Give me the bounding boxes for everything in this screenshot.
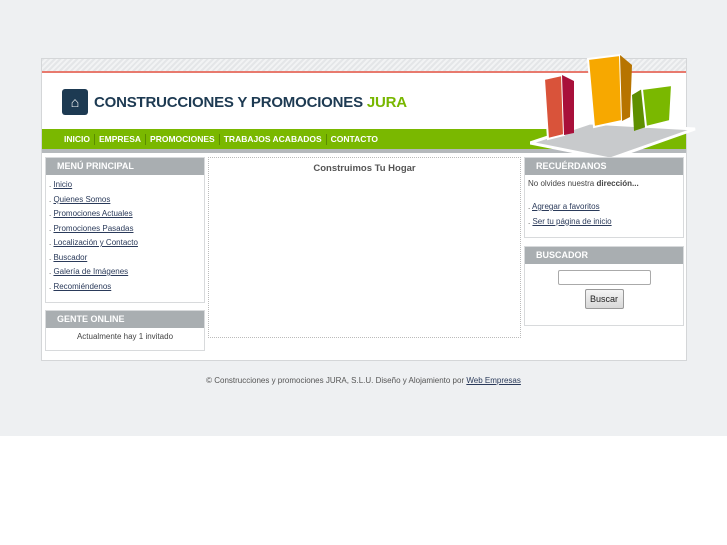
nav-inicio[interactable]: INICIO — [60, 134, 94, 144]
remember-title: RECUÉRDANOS — [525, 158, 683, 175]
menu-item: . Galería de Imágenes — [49, 267, 129, 276]
remember-bold: dirección... — [596, 179, 639, 188]
main-title: Construimos Tu Hogar — [313, 163, 416, 174]
nav-contacto[interactable]: CONTACTO — [327, 134, 382, 144]
online-panel: GENTE ONLINE Actualmente hay 1 invitado — [45, 310, 205, 351]
menu-link-recomiendenos[interactable]: Recomiéndenos — [53, 282, 111, 291]
menu-item: . Recomiéndenos — [49, 281, 112, 291]
search-input[interactable] — [557, 270, 651, 285]
menu-link-localizacion[interactable]: Localización y Contacto — [53, 238, 138, 247]
nav-trabajos-acabados[interactable]: TRABAJOS ACABADOS — [220, 134, 326, 144]
remember-text: No olvides nuestra — [528, 179, 597, 188]
menu-item: . Promociones Actuales — [49, 209, 133, 218]
menu-link-galeria[interactable]: Galería de Imágenes — [53, 267, 128, 276]
menu-link-buscador[interactable]: Buscador — [53, 253, 87, 262]
search-button[interactable]: Buscar — [584, 289, 624, 309]
online-title: GENTE ONLINE — [46, 311, 204, 328]
logo-icon: ⌂ — [62, 89, 88, 115]
main-menu-panel: MENÚ PRINCIPAL . Inicio . Quienes Somos … — [45, 157, 205, 303]
main-content: Construimos Tu Hogar — [208, 157, 521, 338]
site-logo[interactable]: ⌂ CONSTRUCCIONES Y PROMOCIONES JURA — [62, 89, 407, 115]
menu-item: . Promociones Pasadas — [49, 223, 134, 233]
menu-link-quienes-somos[interactable]: Quienes Somos — [53, 195, 110, 204]
menu-item: . Inicio — [49, 180, 73, 189]
footer: © Construcciones y promociones JURA, S.L… — [0, 376, 727, 385]
menu-link-promociones-pasadas[interactable]: Promociones Pasadas — [53, 224, 133, 233]
search-title: BUSCADOR — [525, 247, 683, 264]
set-homepage-link[interactable]: Ser tu página de inicio — [532, 217, 611, 226]
logo-accent: JURA — [366, 93, 407, 111]
nav-empresa[interactable]: EMPRESA — [95, 134, 145, 144]
footer-web-empresas-link[interactable]: Web Empresas — [466, 376, 521, 385]
buildings-illustration — [530, 53, 696, 161]
logo-text: CONSTRUCCIONES Y PROMOCIONES — [94, 93, 363, 111]
footer-text: © Construcciones y promociones JURA, S.L… — [206, 376, 467, 385]
menu-item: . Localización y Contacto — [49, 238, 138, 247]
menu-item: . Buscador — [49, 252, 88, 262]
menu-link-inicio[interactable]: Inicio — [53, 180, 72, 189]
page-container: ⌂ CONSTRUCCIONES Y PROMOCIONES JURA INIC… — [41, 53, 696, 361]
remember-panel: RECUÉRDANOS No olvides nuestra dirección… — [524, 157, 684, 238]
menu-link-promociones-actuales[interactable]: Promociones Actuales — [53, 209, 132, 218]
nav-promociones[interactable]: PROMOCIONES — [146, 134, 219, 144]
menu-item: . Quienes Somos — [49, 194, 111, 204]
add-favorites-link[interactable]: Agregar a favoritos — [532, 202, 600, 211]
main-menu-title: MENÚ PRINCIPAL — [46, 158, 204, 175]
online-text: Actualmente hay 1 invitado — [76, 332, 174, 341]
search-panel: BUSCADOR Buscar — [524, 246, 684, 326]
